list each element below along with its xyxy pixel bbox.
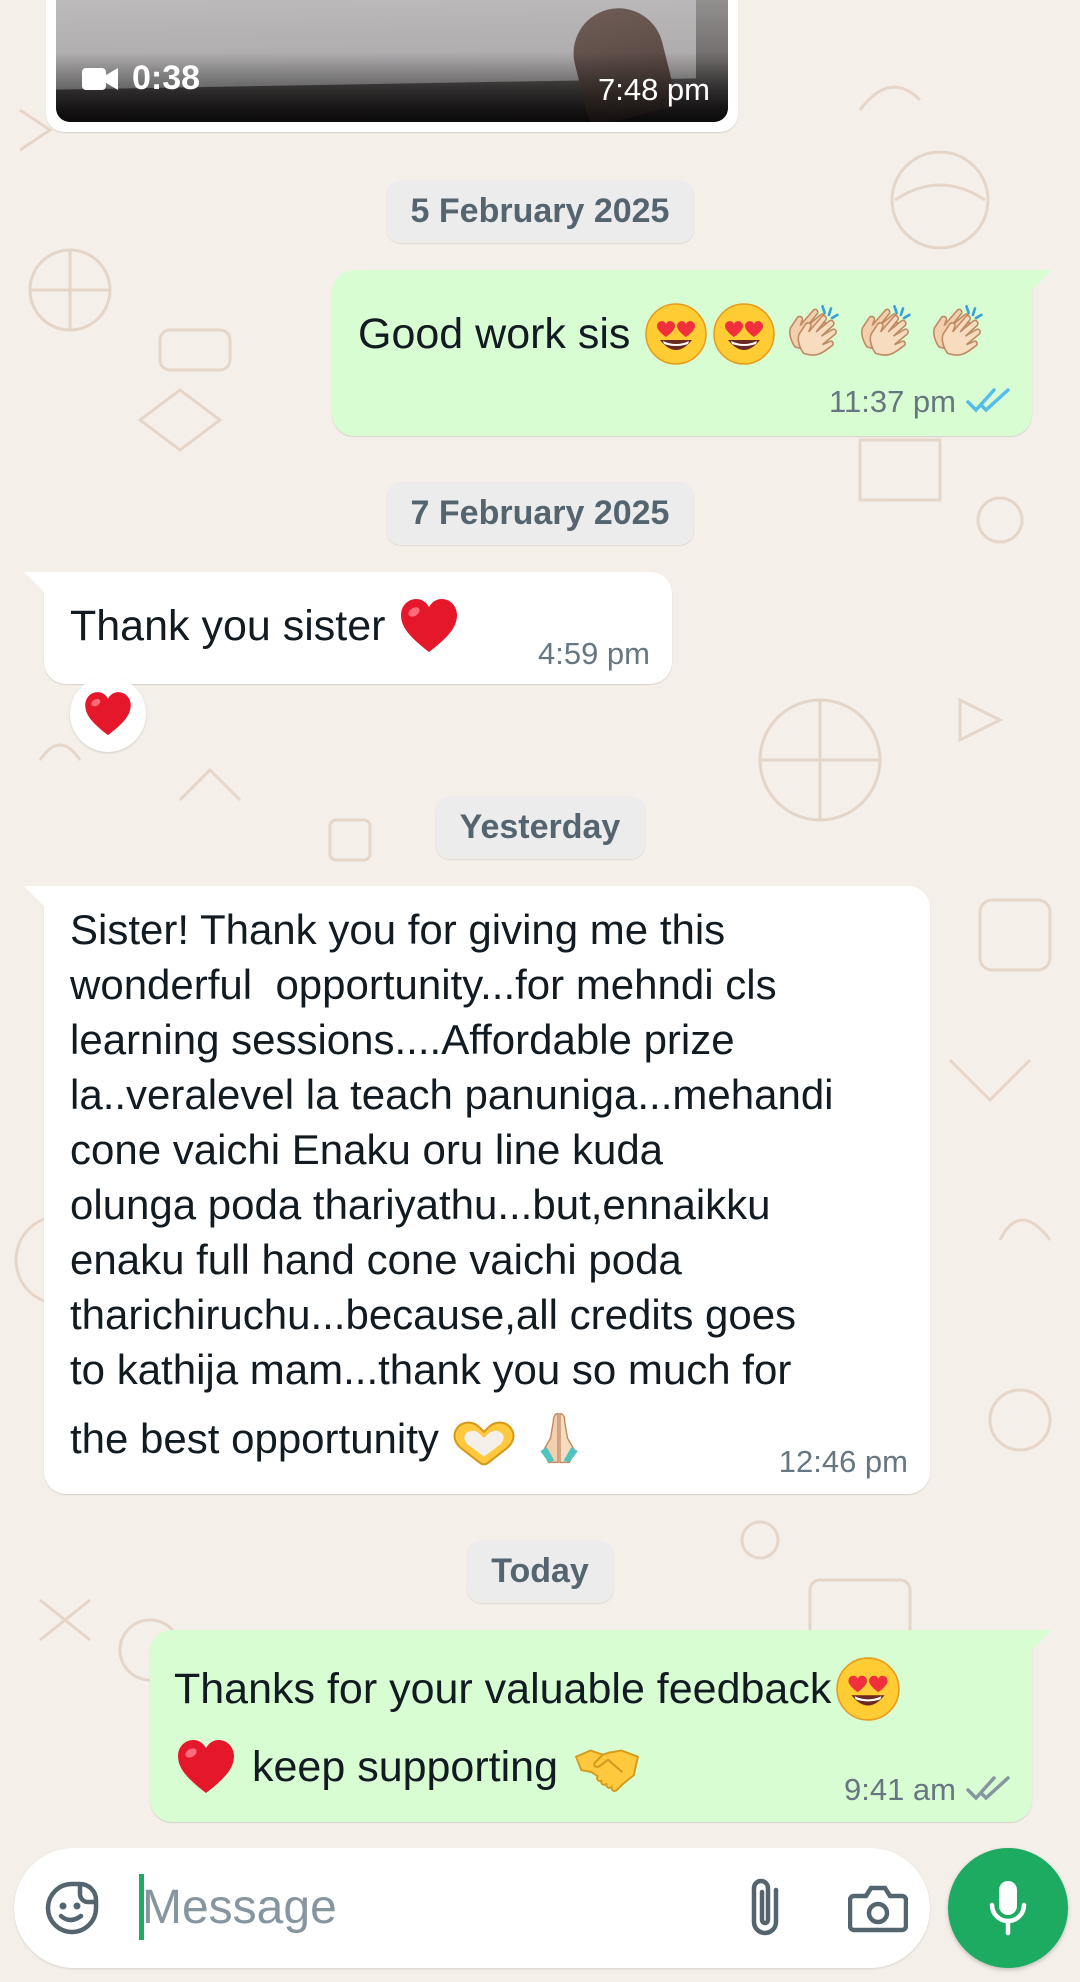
message-line: tharichiruchu...because,all credits goes [70, 1291, 797, 1338]
voice-record-button[interactable] [948, 1848, 1068, 1968]
message-line: keep supporting [252, 1742, 558, 1791]
read-receipt-icon [966, 388, 1010, 413]
red-heart-emoji-icon [174, 1735, 238, 1799]
delivered-receipt-icon [966, 1776, 1010, 1801]
red-heart-reaction-icon [82, 688, 134, 740]
message-composer[interactable]: Message [14, 1848, 930, 1968]
heart-eyes-emoji-icon [835, 1656, 901, 1722]
message-reaction[interactable] [70, 676, 146, 752]
message-text: Thank you sister [70, 601, 386, 650]
message-input[interactable]: Message [142, 1880, 337, 1935]
video-thumbnail[interactable]: 0:38 7:48 pm [56, 0, 728, 122]
message-line: learning sessions....Affordable prize [70, 1016, 735, 1063]
handshake-emoji-icon [572, 1734, 642, 1800]
incoming-message[interactable]: Thank you sister 4:59 pm [24, 572, 672, 684]
message-timestamp: 9:41 am [843, 1772, 956, 1807]
message-line: cone vaichi Enaku oru line kuda [70, 1126, 664, 1173]
outgoing-message[interactable]: Good work sis 11:37 pm [332, 270, 1052, 436]
sticker-icon[interactable] [44, 1880, 100, 1936]
red-heart-emoji-icon [397, 594, 461, 658]
message-timestamp: 12:46 pm [778, 1444, 908, 1479]
video-camera-icon [82, 67, 118, 90]
date-divider: Today [467, 1540, 613, 1603]
message-timestamp: 4:59 pm [537, 636, 650, 671]
heart-hands-emoji-icon [451, 1405, 517, 1471]
message-line: enaku full hand cone vaichi poda [70, 1236, 682, 1283]
message-line: la..veralevel la teach panuniga...mehand… [70, 1071, 834, 1118]
message-line: to kathija mam...thank you so much for [70, 1346, 792, 1393]
outgoing-message[interactable]: Thanks for your valuable feedback keep s… [150, 1630, 1052, 1822]
video-message-bubble[interactable]: 0:38 7:48 pm [46, 0, 738, 132]
message-line: olunga poda thariyathu...but,ennaikku [70, 1181, 771, 1228]
message-line: Sister! Thank you for giving me this [70, 906, 726, 953]
heart-eyes-emoji-icon [644, 302, 708, 366]
clapping-hands-emoji-icon [780, 300, 848, 368]
video-timestamp: 7:48 pm [597, 72, 710, 107]
paperclip-icon[interactable] [742, 1876, 788, 1940]
clapping-hands-emoji-icon [924, 300, 992, 368]
message-line: the best opportunity [70, 1414, 439, 1462]
date-divider: 5 February 2025 [386, 180, 694, 243]
folded-hands-emoji-icon [529, 1405, 589, 1471]
camera-icon[interactable] [848, 1884, 908, 1934]
video-duration: 0:38 [82, 59, 200, 98]
message-text: Good work sis [358, 309, 631, 358]
date-divider: Yesterday [435, 796, 645, 859]
date-divider: 7 February 2025 [386, 482, 694, 545]
heart-eyes-emoji-icon [712, 302, 776, 366]
message-line: wonderful opportunity...for mehndi cls [70, 961, 777, 1008]
clapping-hands-emoji-icon [852, 300, 920, 368]
microphone-icon [989, 1881, 1027, 1936]
incoming-message[interactable]: Sister! Thank you for giving me this won… [24, 886, 930, 1494]
message-timestamp: 11:37 pm [829, 384, 956, 419]
message-line: Thanks for your valuable feedback [174, 1664, 832, 1713]
